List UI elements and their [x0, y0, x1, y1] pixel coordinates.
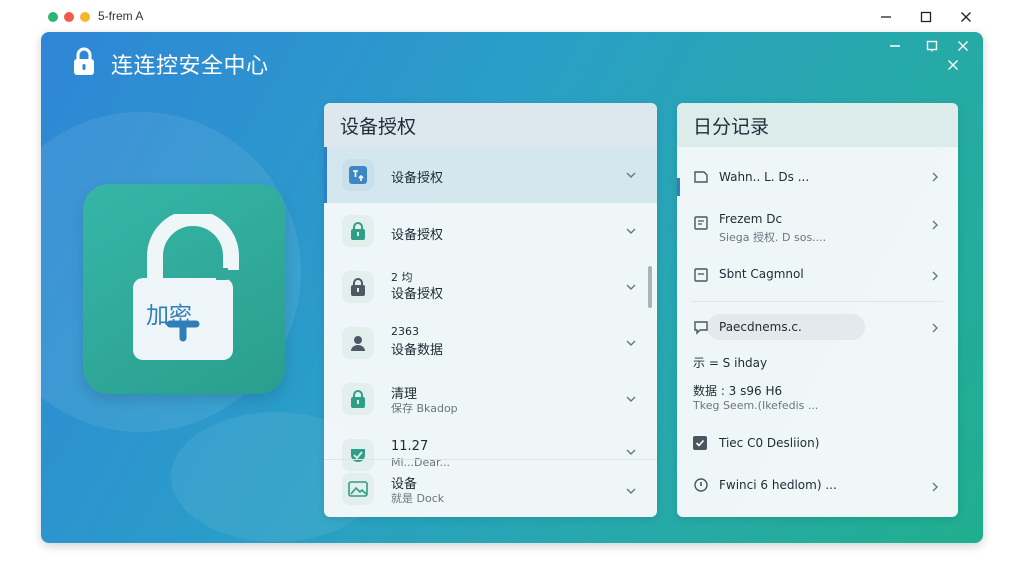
- chevron-down-icon: [626, 396, 636, 402]
- log-item[interactable]: Sbnt Cagmnol: [677, 258, 958, 296]
- big-lock-icon: [133, 214, 239, 360]
- log-item[interactable]: Frezem Dc Siega 授权. D sos....: [677, 205, 958, 249]
- checkbox[interactable]: [693, 436, 707, 450]
- log-item[interactable]: Paecdnems.c.: [677, 311, 958, 345]
- device-panel: 设备授权 设备授权 设备授权 2 均 设备授权 2363 设备数据 清理 保存 …: [324, 103, 657, 517]
- chat-icon: [694, 321, 708, 335]
- app-maximize-button[interactable]: [923, 37, 941, 55]
- log-item[interactable]: Fwinci 6 hedlom) ...: [677, 469, 958, 505]
- close-button[interactable]: [954, 6, 978, 28]
- user-icon: [342, 327, 374, 359]
- document-icon: [694, 216, 708, 230]
- app-minimize-button[interactable]: [886, 37, 904, 55]
- log-item[interactable]: Wahn.. L. Ds ...: [677, 161, 958, 197]
- minimize-icon: [881, 16, 891, 18]
- chevron-right-icon: [932, 482, 938, 492]
- log-item[interactable]: Tiec C0 Desliion): [677, 427, 958, 461]
- log-item[interactable]: 数据 : 3 s96 H6 Tkeg Seem.(Ikefedis ...: [677, 377, 958, 421]
- tag-icon: [694, 171, 708, 183]
- os-window-title: 5-frem A: [98, 9, 144, 23]
- scrollbar-thumb[interactable]: [648, 266, 652, 308]
- device-item-meta: 2363: [391, 325, 419, 338]
- chevron-down-icon: [626, 449, 636, 455]
- log-item-title: Fwinci 6 hedlom) ...: [719, 478, 837, 492]
- app-secondary-close-button[interactable]: [944, 56, 962, 74]
- log-item-title: 数据 : 3 s96 H6: [693, 384, 783, 398]
- close-icon: [961, 12, 971, 22]
- window-dot-green[interactable]: [48, 12, 58, 22]
- log-item-title: 示 = S ihday: [693, 356, 768, 370]
- lock-icon: [342, 271, 374, 303]
- log-item-sub: Siega 授权. D sos....: [719, 231, 827, 244]
- device-item[interactable]: 设备 就是 Dock: [324, 461, 657, 517]
- device-item-sub: 保存 Bkadop: [391, 402, 458, 415]
- chevron-down-icon: [626, 228, 636, 234]
- log-item-title: Frezem Dc: [719, 212, 783, 226]
- divider: [324, 459, 657, 460]
- encryption-label: 加密: [146, 303, 192, 329]
- app-close-button[interactable]: [954, 37, 972, 55]
- minimize-icon: [890, 45, 900, 47]
- device-item[interactable]: 设备授权: [324, 203, 657, 259]
- device-item[interactable]: 清理 保存 Bkadop: [324, 371, 657, 427]
- log-panel: 日分记录 Wahn.. L. Ds ... Frezem Dc Siega 授权…: [677, 103, 958, 517]
- app-window: 连连控安全中心 加密 设备授权 设备授权 设备授权 2 均 设备授权 2363 …: [41, 32, 983, 543]
- log-item-sub: Tkeg Seem.(Ikefedis ...: [693, 399, 819, 412]
- log-item-title: Paecdnems.c.: [719, 320, 802, 334]
- device-item-meta: 11.27: [391, 439, 429, 454]
- os-titlebar: 5-frem A: [0, 0, 1024, 32]
- restore-icon: [926, 40, 938, 52]
- check-icon: [695, 439, 705, 447]
- device-item-sub: 就是 Dock: [391, 492, 445, 505]
- chevron-right-icon: [932, 220, 938, 230]
- close-icon: [958, 41, 968, 51]
- lock-icon: [342, 383, 374, 415]
- chevron-right-icon: [932, 323, 938, 333]
- chevron-down-icon: [626, 284, 636, 290]
- device-auth-icon: [342, 159, 374, 191]
- device-item[interactable]: 2363 设备数据: [324, 315, 657, 371]
- close-icon: [948, 60, 958, 70]
- chevron-right-icon: [932, 271, 938, 281]
- chevron-down-icon: [626, 172, 636, 178]
- app-title: 连连控安全中心: [111, 54, 269, 79]
- log-item-title: Sbnt Cagmnol: [719, 267, 804, 281]
- device-item-label: 设备数据: [391, 343, 444, 358]
- maximize-icon: [920, 11, 932, 23]
- app-lock-icon: [74, 47, 94, 75]
- device-item-label: 设备授权: [391, 287, 444, 302]
- log-item-title: Tiec C0 Desliion): [719, 436, 820, 450]
- list-icon: [694, 268, 708, 282]
- window-dot-yellow[interactable]: [80, 12, 90, 22]
- window-dot-red[interactable]: [64, 12, 74, 22]
- chevron-down-icon: [626, 488, 636, 494]
- minimize-button[interactable]: [874, 6, 898, 28]
- lock-icon: [342, 215, 374, 247]
- device-item[interactable]: 设备授权: [324, 147, 657, 203]
- device-panel-header: 设备授权: [324, 103, 657, 147]
- device-item-label: 设备授权: [391, 171, 444, 186]
- image-icon: [342, 473, 374, 505]
- chevron-down-icon: [626, 340, 636, 346]
- chevron-right-icon: [932, 172, 938, 182]
- divider: [691, 301, 943, 302]
- info-icon: [694, 478, 708, 492]
- log-item-title: Wahn.. L. Ds ...: [719, 170, 810, 184]
- log-item[interactable]: 示 = S ihday: [677, 349, 958, 375]
- device-item[interactable]: 2 均 设备授权: [324, 259, 657, 315]
- log-panel-header: 日分记录: [677, 103, 958, 147]
- device-item-label: 设备授权: [391, 228, 444, 243]
- maximize-button[interactable]: [914, 6, 938, 28]
